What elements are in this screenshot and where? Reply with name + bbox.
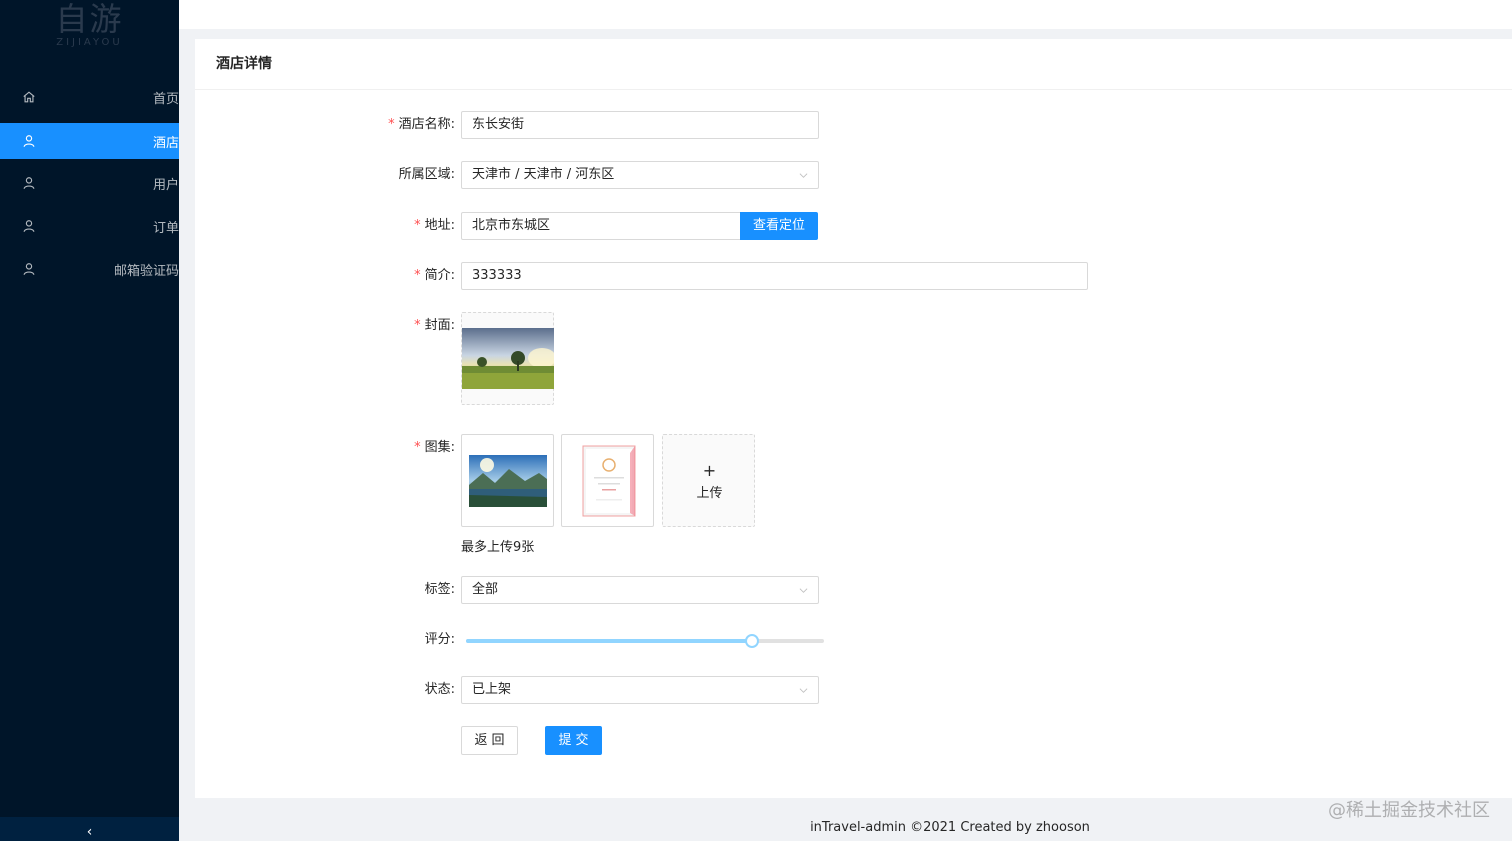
field-label: 评分: [424, 632, 455, 647]
sidebar-item-label: 订单 [152, 220, 179, 236]
intro-input[interactable]: 333333 [461, 262, 1088, 290]
sidebar-item-label: 用户 [152, 177, 179, 193]
tags-select[interactable]: 全部 [461, 576, 819, 604]
slider-handle[interactable] [745, 634, 760, 648]
home-icon [23, 91, 35, 103]
gallery-image [469, 455, 547, 507]
hotel-detail-card: 酒店详情 * 酒店名称: 东长安街 所属区域: 天津市 / 天津市 / 河东区 *… [195, 39, 1512, 798]
user-icon [23, 177, 35, 189]
sidebar-item-label: 酒店 [152, 135, 179, 151]
card-title: 酒店详情 [195, 39, 1512, 90]
gallery-item[interactable] [461, 434, 554, 527]
user-icon [23, 135, 35, 147]
hotel-name-input[interactable]: 东长安街 [461, 111, 819, 139]
sidebar-item-users[interactable]: 用户 [0, 165, 179, 201]
rating-slider[interactable] [466, 634, 824, 648]
field-label: 所属区域: [398, 167, 455, 182]
gallery-image [582, 445, 636, 517]
logo-text: 自游 [55, 0, 124, 38]
cover-upload[interactable] [461, 312, 554, 405]
gallery-hint: 最多上传9张 [461, 540, 535, 555]
logo[interactable]: 自游 ZIJIAYOU [0, 0, 179, 60]
chevron-down-icon [799, 588, 808, 593]
user-icon [23, 220, 35, 232]
status-select[interactable]: 已上架 [461, 676, 819, 704]
chevron-down-icon [799, 688, 808, 693]
sidebar: 自游 ZIJIAYOU 首页 酒店 用户 订单 邮箱验证码 ‹ [0, 0, 179, 841]
gallery-item[interactable] [561, 434, 654, 527]
field-label: * 图集: [414, 440, 455, 455]
chevron-down-icon [799, 173, 808, 178]
upload-label: 上传 [696, 486, 723, 501]
field-label: 标签: [424, 582, 455, 597]
watermark: @稀土掘金技术社区 [1328, 800, 1490, 821]
region-cascader[interactable]: 天津市 / 天津市 / 河东区 [461, 161, 819, 189]
slider-track [466, 639, 753, 643]
field-label: 状态: [424, 682, 455, 697]
view-location-button[interactable]: 查看定位 [740, 212, 818, 240]
sidebar-item-hotel[interactable]: 酒店 [0, 123, 179, 159]
logo-subtext: ZIJIAYOU [56, 37, 123, 48]
cover-image [462, 328, 554, 389]
gallery-upload-button[interactable]: + 上传 [662, 434, 755, 527]
user-icon [23, 263, 35, 275]
sidebar-item-orders[interactable]: 订单 [0, 208, 179, 244]
field-label: * 简介: [414, 268, 455, 283]
tags-value: 全部 [472, 582, 499, 597]
footer: inTravel-admin ©2021 Created by zhooson [810, 820, 1090, 835]
field-label: * 封面: [414, 318, 455, 333]
sidebar-item-home[interactable]: 首页 [0, 79, 179, 115]
address-input[interactable]: 北京市东城区 [461, 212, 741, 240]
plus-icon: + [702, 461, 717, 480]
region-value: 天津市 / 天津市 / 河东区 [472, 167, 615, 182]
sidebar-item-label: 首页 [152, 91, 179, 107]
top-header [179, 0, 1512, 29]
field-label: * 酒店名称: [388, 117, 455, 132]
back-button[interactable]: 返回 [461, 726, 518, 755]
sidebar-item-email-code[interactable]: 邮箱验证码 [0, 251, 179, 287]
submit-button[interactable]: 提交 [545, 726, 602, 755]
sidebar-item-label: 邮箱验证码 [113, 263, 179, 279]
field-label: * 地址: [414, 218, 455, 233]
status-value: 已上架 [472, 682, 512, 697]
